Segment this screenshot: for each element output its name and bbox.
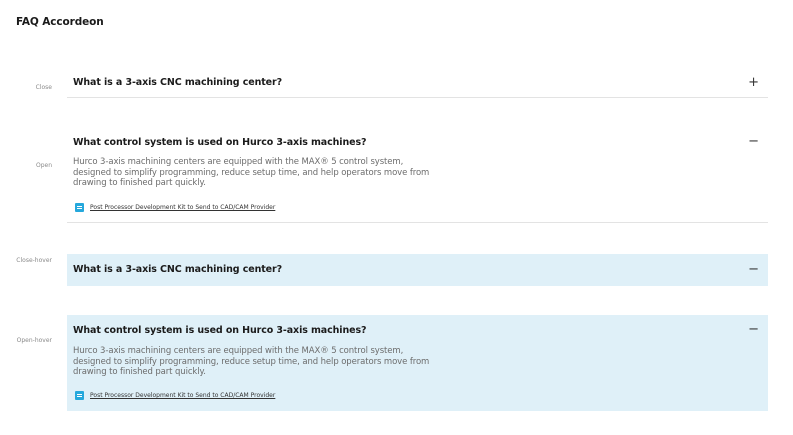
faq-item-open-hover[interactable]: What control system is used on Hurco 3-a… [67, 315, 768, 411]
state-label-close: Close [35, 84, 52, 91]
faq-item-close-hover[interactable]: What is a 3-axis CNC machining center? − [67, 254, 768, 286]
faq-item-close[interactable]: What is a 3-axis CNC machining center? + [67, 68, 768, 98]
state-label-open-hover: Open-hover [16, 337, 52, 344]
faq-answer: Hurco 3-axis machining centers are equip… [73, 157, 430, 188]
faq-answer: Hurco 3-axis machining centers are equip… [73, 346, 430, 377]
state-label-close-hover: Close-hover [16, 257, 52, 264]
faq-question[interactable]: What is a 3-axis CNC machining center? [73, 78, 282, 88]
attachment-link[interactable]: Post Processor Development Kit to Send t… [75, 203, 275, 212]
attachment-link-text[interactable]: Post Processor Development Kit to Send t… [90, 204, 275, 211]
document-icon [75, 391, 84, 400]
faq-question[interactable]: What is a 3-axis CNC machining center? [73, 265, 282, 275]
minus-icon[interactable]: − [748, 323, 759, 336]
faq-question[interactable]: What control system is used on Hurco 3-a… [73, 137, 367, 148]
faq-question[interactable]: What control system is used on Hurco 3-a… [73, 325, 367, 336]
state-label-open: Open [35, 162, 52, 169]
attachment-link-text[interactable]: Post Processor Development Kit to Send t… [90, 392, 275, 399]
plus-icon[interactable]: + [748, 76, 759, 89]
document-icon [75, 203, 84, 212]
minus-icon[interactable]: − [748, 135, 759, 148]
attachment-link[interactable]: Post Processor Development Kit to Send t… [75, 391, 275, 400]
page-title: FAQ Accordeon [16, 16, 104, 28]
minus-icon[interactable]: − [748, 263, 759, 276]
faq-item-open[interactable]: What control system is used on Hurco 3-a… [67, 128, 768, 223]
